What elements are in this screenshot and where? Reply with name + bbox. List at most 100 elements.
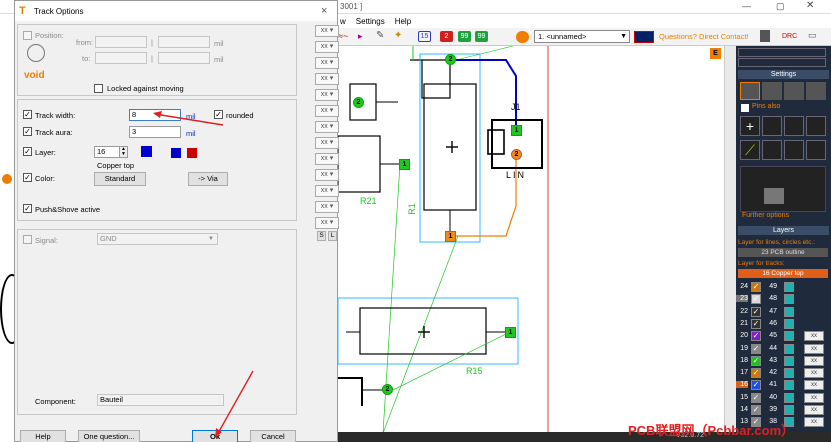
to-x-input[interactable] — [95, 52, 147, 64]
vertical-scrollbar[interactable] — [724, 46, 736, 433]
help-button[interactable]: Help — [20, 430, 66, 442]
layer-button-99b[interactable]: 99 — [475, 31, 488, 42]
layer-number[interactable]: 16 — [736, 381, 748, 389]
position-checkbox[interactable] — [23, 31, 32, 41]
mode-icon-2[interactable] — [762, 82, 782, 100]
tracks-layer-field[interactable]: 16 Copper top — [738, 269, 828, 278]
contact-link[interactable]: Questions? Direct Contact! — [659, 32, 749, 41]
layer-number[interactable]: 15 — [736, 394, 748, 401]
uk-flag-icon[interactable] — [634, 31, 654, 43]
side-option-button[interactable]: xx ▾ — [315, 185, 339, 197]
via-button[interactable]: -> Via — [188, 172, 228, 186]
layer-visibility-toggle[interactable]: ✓ — [751, 282, 761, 292]
layer-number[interactable]: 47 — [765, 308, 777, 315]
further-options-link[interactable]: Further options — [742, 212, 789, 219]
to-y-input[interactable] — [158, 52, 210, 64]
add-icon[interactable]: + — [740, 116, 760, 136]
side-option-button[interactable]: xx ▾ — [315, 25, 339, 37]
copper-blue-swatch[interactable] — [171, 148, 181, 158]
layer-number[interactable]: 45 — [765, 332, 777, 339]
layer-option-button[interactable]: xx — [804, 355, 824, 366]
r21-pad[interactable]: 1 — [399, 159, 410, 170]
layer-number[interactable]: 42 — [765, 369, 777, 376]
side-option-button[interactable]: xx ▾ — [315, 73, 339, 85]
layer-color-swatch[interactable] — [141, 146, 152, 157]
r1-pad-top[interactable]: 2 — [445, 54, 456, 65]
layer-option-button[interactable]: xx — [804, 405, 824, 415]
layer-number[interactable]: 23 — [736, 295, 748, 303]
track-width-input[interactable]: 8 — [129, 109, 181, 121]
layer-option-button[interactable]: xx — [804, 417, 824, 428]
arc-tool-icon-4[interactable] — [806, 140, 826, 160]
layer-checkbox[interactable]: ✓ — [23, 147, 32, 157]
locked-checkbox[interactable] — [94, 84, 103, 94]
layout-canvas[interactable]: 2 2 1 1 1 2 1 2 J1 LIN R21 R1 R15 E — [338, 46, 736, 433]
layer-visibility-toggle[interactable] — [784, 392, 794, 403]
side-option-button[interactable]: xx ▾ — [315, 41, 339, 53]
layer-number[interactable]: 41 — [765, 381, 777, 388]
layer-visibility-toggle[interactable]: ✓ — [751, 405, 761, 415]
side-option-button[interactable]: xx ▾ — [315, 57, 339, 69]
side-option-button[interactable]: xx ▾ — [315, 137, 339, 149]
layer-option-button[interactable]: xx — [804, 392, 824, 403]
layer-visibility-toggle[interactable] — [784, 355, 794, 366]
side-option-button[interactable]: xx ▾ — [315, 169, 339, 181]
mode-icon-1[interactable] — [740, 82, 760, 100]
squiggle-tool-icon[interactable]: ≈~ — [338, 31, 352, 43]
layer-number[interactable]: 40 — [765, 394, 777, 401]
layer-visibility-toggle[interactable] — [784, 343, 794, 354]
track-tool-selected[interactable] — [764, 188, 784, 204]
maximize-button[interactable]: ▢ — [776, 1, 785, 12]
track-width-checkbox[interactable]: ✓ — [23, 110, 32, 120]
arc-tool-icon[interactable]: ⟋ — [740, 140, 760, 160]
layer-visibility-toggle[interactable] — [784, 380, 794, 391]
l-button[interactable]: L — [328, 231, 337, 241]
macro-dropdown[interactable]: 1. <unnamed> ▼ — [534, 30, 630, 43]
drc-button[interactable]: DRC — [782, 33, 797, 40]
outline-layer-field[interactable]: 23 PCB outline — [738, 248, 828, 257]
r1-pad-bottom[interactable]: 1 — [445, 231, 456, 242]
arc-tool-icon-3[interactable] — [784, 140, 804, 160]
mode-icon-4[interactable] — [806, 82, 826, 100]
layer-number[interactable]: 48 — [765, 295, 777, 302]
cancel-button[interactable]: Cancel — [250, 430, 296, 442]
layer-number[interactable]: 24 — [736, 283, 748, 290]
panel-scroll-track[interactable] — [738, 48, 826, 57]
push-shove-checkbox[interactable]: ✓ — [23, 204, 32, 214]
mode-icon-3[interactable] — [784, 82, 804, 100]
layer-visibility-toggle[interactable] — [784, 368, 794, 379]
layer-visibility-toggle[interactable] — [784, 282, 794, 292]
layer-number[interactable]: 19 — [736, 345, 748, 352]
layer-number[interactable]: 18 — [736, 357, 748, 364]
signal-dropdown[interactable]: GND ▼ — [97, 233, 218, 245]
layer-option-button[interactable]: xx — [804, 380, 824, 391]
layer-number[interactable]: 46 — [765, 320, 777, 327]
layer-number[interactable]: 22 — [736, 308, 748, 315]
layer-visibility-toggle[interactable]: ✓ — [751, 392, 761, 403]
standard-color-button[interactable]: Standard — [94, 172, 146, 186]
open-icon[interactable]: ▭ — [808, 30, 817, 41]
menu-item-window[interactable]: w — [340, 17, 346, 26]
side-option-button[interactable]: xx ▾ — [315, 121, 339, 133]
side-option-button[interactable]: xx ▾ — [315, 153, 339, 165]
layer-visibility-toggle[interactable]: ✓ — [751, 355, 761, 366]
layer-visibility-toggle[interactable] — [784, 318, 794, 329]
layer-number[interactable]: 39 — [765, 406, 777, 413]
layer-number[interactable]: 21 — [736, 320, 748, 327]
layer-spinner[interactable]: ▲ ▼ — [119, 146, 128, 158]
layer-visibility-toggle[interactable]: ✓ — [751, 318, 761, 329]
layer-visibility-toggle[interactable]: ✓ — [751, 331, 761, 342]
layer-visibility-toggle[interactable]: ✓ — [751, 368, 761, 379]
layer-number[interactable]: 14 — [736, 406, 748, 413]
layer-number[interactable]: 17 — [736, 369, 748, 376]
layer-button-99a[interactable]: 99 — [458, 31, 471, 42]
track-aura-input[interactable]: 3 — [129, 126, 181, 138]
one-question-button[interactable]: One question... — [78, 430, 140, 442]
side-option-button[interactable]: xx ▾ — [315, 217, 339, 229]
select-icon[interactable] — [762, 116, 782, 136]
signal-checkbox[interactable] — [23, 235, 32, 245]
layer-button-15[interactable]: 15 — [418, 31, 431, 42]
bottom-pad[interactable]: 2 — [382, 384, 393, 395]
layer-number[interactable]: 43 — [765, 357, 777, 364]
minimize-button[interactable]: — — [742, 1, 751, 11]
